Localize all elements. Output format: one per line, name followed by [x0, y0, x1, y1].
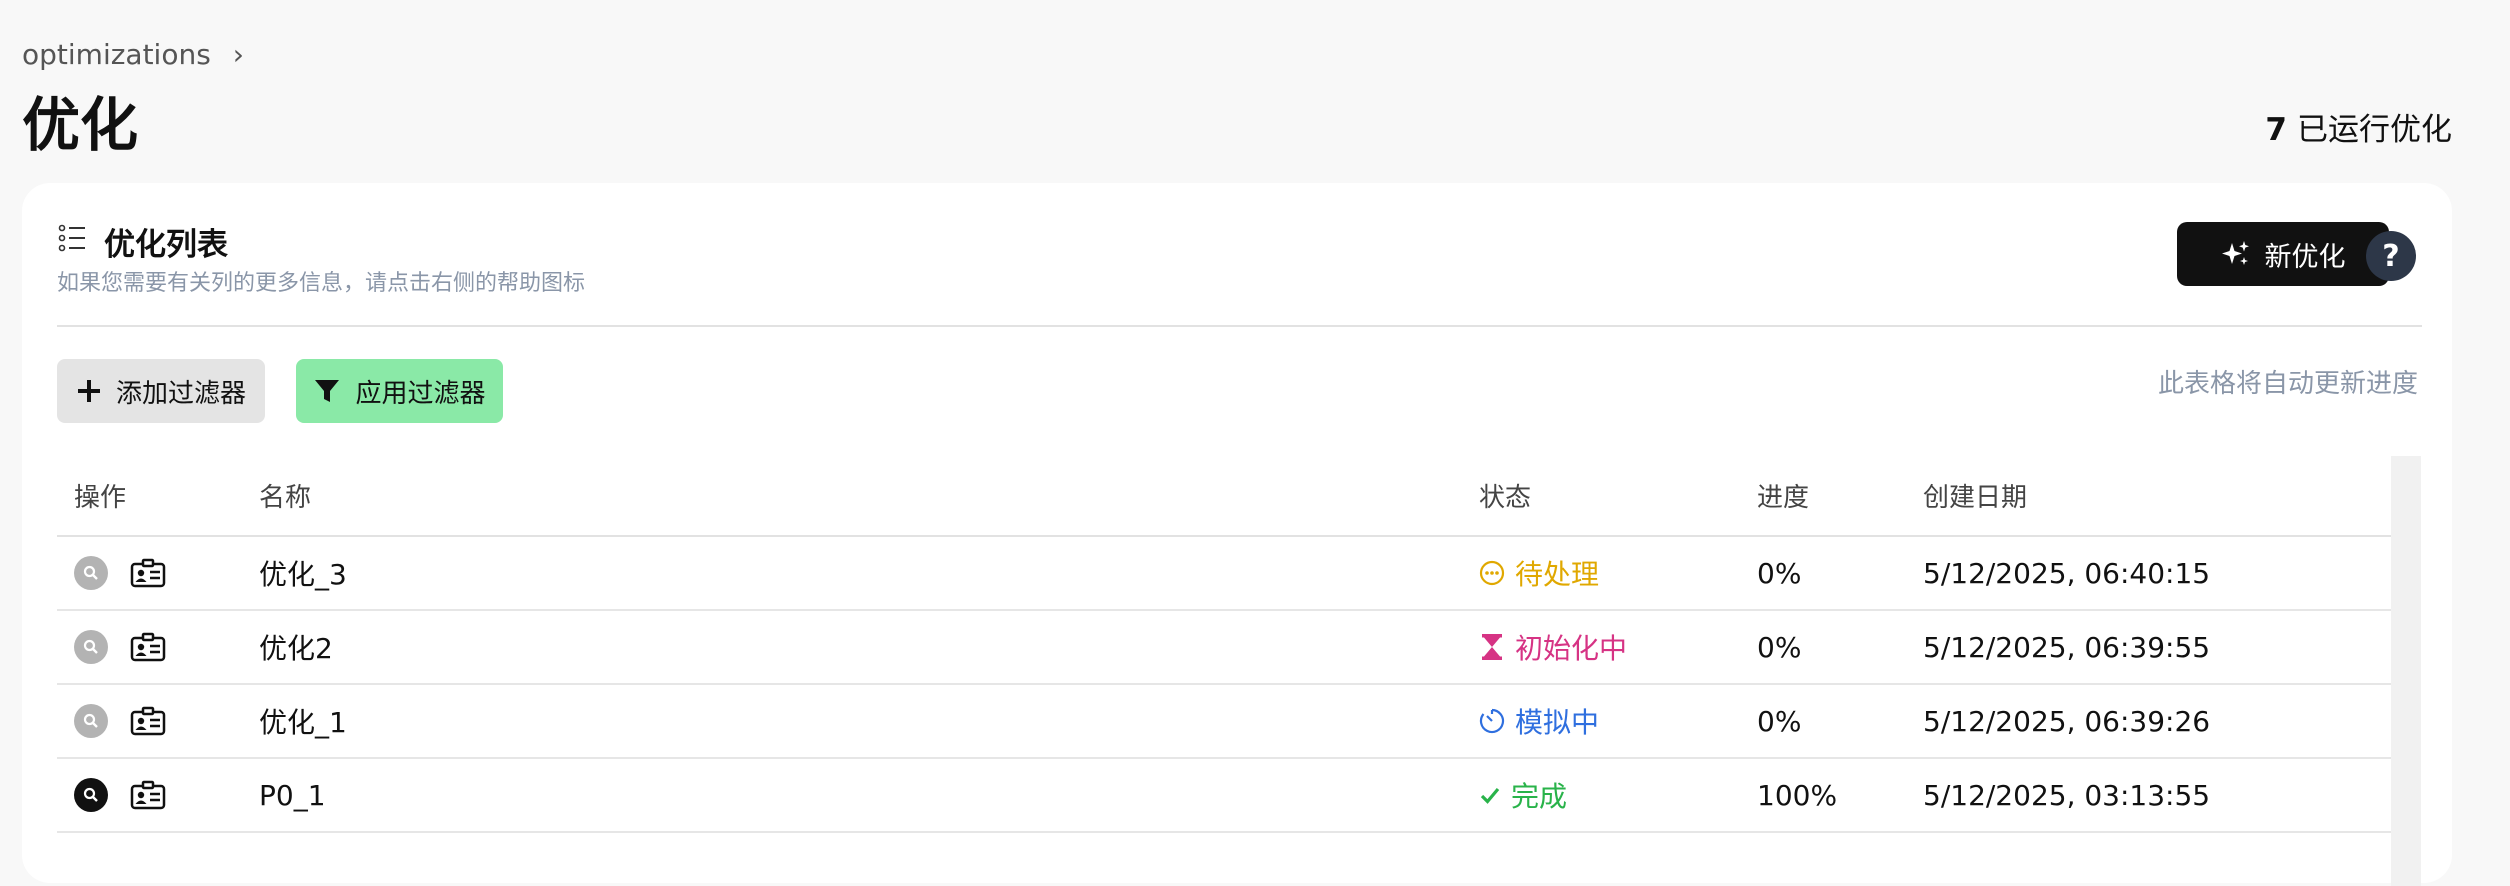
row-created: 5/12/2025, 06:39:26: [1923, 704, 2211, 738]
run-count: 7 已运行优化: [2265, 104, 2452, 149]
row-name: P0_1: [259, 778, 326, 812]
column-header-created: 创建日期: [1923, 483, 2028, 513]
chevron-right-icon: ›: [232, 38, 244, 71]
id-card-icon[interactable]: [130, 632, 166, 662]
row-status: 初始化中: [1479, 627, 1757, 667]
row-actions: [57, 778, 259, 812]
sparkles-icon: [2221, 241, 2249, 265]
table-row[interactable]: 优化_3 待处理 0% 5/12/2025, 06:40:15: [57, 537, 2391, 611]
card-title: 优化列表: [104, 227, 228, 263]
row-progress: 0%: [1757, 704, 1802, 738]
table-row[interactable]: 优化2 初始化中 0% 5/12/2025, 06:39:55: [57, 611, 2391, 685]
column-header-progress: 进度: [1757, 483, 1810, 513]
new-optimization-label: 新优化: [2264, 241, 2346, 273]
id-card-icon[interactable]: [130, 558, 166, 588]
column-header-status: 状态: [1479, 483, 1532, 513]
row-status: 模拟中: [1479, 701, 1757, 741]
apply-filter-button[interactable]: 应用过滤器: [296, 359, 503, 423]
view-details-icon[interactable]: [74, 556, 108, 590]
run-count-value: 7: [2265, 112, 2287, 148]
id-card-icon[interactable]: [130, 706, 166, 736]
apply-filter-label: 应用过滤器: [355, 378, 486, 409]
table-scrollbar[interactable]: [2391, 456, 2421, 886]
row-created: 5/12/2025, 03:13:55: [1923, 778, 2211, 812]
optimization-list-card: 优化列表 如果您需要有关列的更多信息，请点击右侧的帮助图标 新优化 ? 添加过滤…: [22, 183, 2452, 886]
row-progress: 100%: [1757, 778, 1838, 812]
plus-icon: [77, 380, 100, 402]
row-progress: 0%: [1757, 556, 1802, 590]
run-count-label: 已运行优化: [2297, 112, 2452, 148]
table-row[interactable]: P0_1 完成 100% 5/12/2025, 03:13:55: [57, 759, 2391, 833]
add-filter-label: 添加过滤器: [115, 378, 246, 409]
auto-update-note: 此表格将自动更新进度: [2157, 369, 2418, 399]
table-header: 操作 名称 状态 进度 创建日期: [57, 456, 2391, 537]
divider: [57, 325, 2422, 327]
timer-icon: [1479, 708, 1505, 734]
table-row[interactable]: 优化_1 模拟中 0% 5/12/2025, 06:39:26: [57, 685, 2391, 759]
column-header-actions: 操作: [74, 483, 127, 513]
view-details-icon[interactable]: [74, 630, 108, 664]
pending-dots-icon: [1479, 560, 1505, 586]
row-name: 优化2: [259, 632, 333, 665]
id-card-icon[interactable]: [130, 780, 166, 810]
row-progress: 0%: [1757, 630, 1802, 664]
row-status-label: 待处理: [1515, 558, 1600, 591]
row-status: 完成: [1479, 775, 1757, 815]
row-created: 5/12/2025, 06:40:15: [1923, 556, 2211, 590]
row-name: 优化_3: [259, 558, 347, 591]
view-details-icon[interactable]: [74, 778, 108, 812]
breadcrumb-link-optimizations[interactable]: optimizations: [22, 38, 211, 71]
help-button[interactable]: ?: [2366, 231, 2416, 281]
row-actions: [57, 556, 259, 590]
row-status-label: 初始化中: [1515, 632, 1628, 665]
row-status-label: 模拟中: [1515, 706, 1600, 739]
hourglass-icon: [1482, 634, 1502, 660]
row-status-label: 完成: [1511, 780, 1568, 813]
column-header-name: 名称: [259, 483, 312, 513]
add-filter-button[interactable]: 添加过滤器: [57, 359, 265, 423]
row-created: 5/12/2025, 06:39:55: [1923, 630, 2211, 664]
optimizations-table: 操作 名称 状态 进度 创建日期 优化_3 待处理 0% 5/12/2025, …: [57, 456, 2391, 833]
new-optimization-button[interactable]: 新优化: [2177, 222, 2389, 286]
row-name: 优化_1: [259, 706, 347, 739]
row-actions: [57, 704, 259, 738]
card-subtitle: 如果您需要有关列的更多信息，请点击右侧的帮助图标: [57, 271, 586, 296]
page-title: 优化: [22, 91, 139, 159]
funnel-icon: [315, 380, 340, 402]
check-icon: [1480, 787, 1500, 804]
breadcrumb: optimizations ›: [22, 38, 244, 71]
view-details-icon[interactable]: [74, 704, 108, 738]
row-status: 待处理: [1479, 553, 1757, 593]
row-actions: [57, 630, 259, 664]
list-icon: [58, 224, 85, 252]
